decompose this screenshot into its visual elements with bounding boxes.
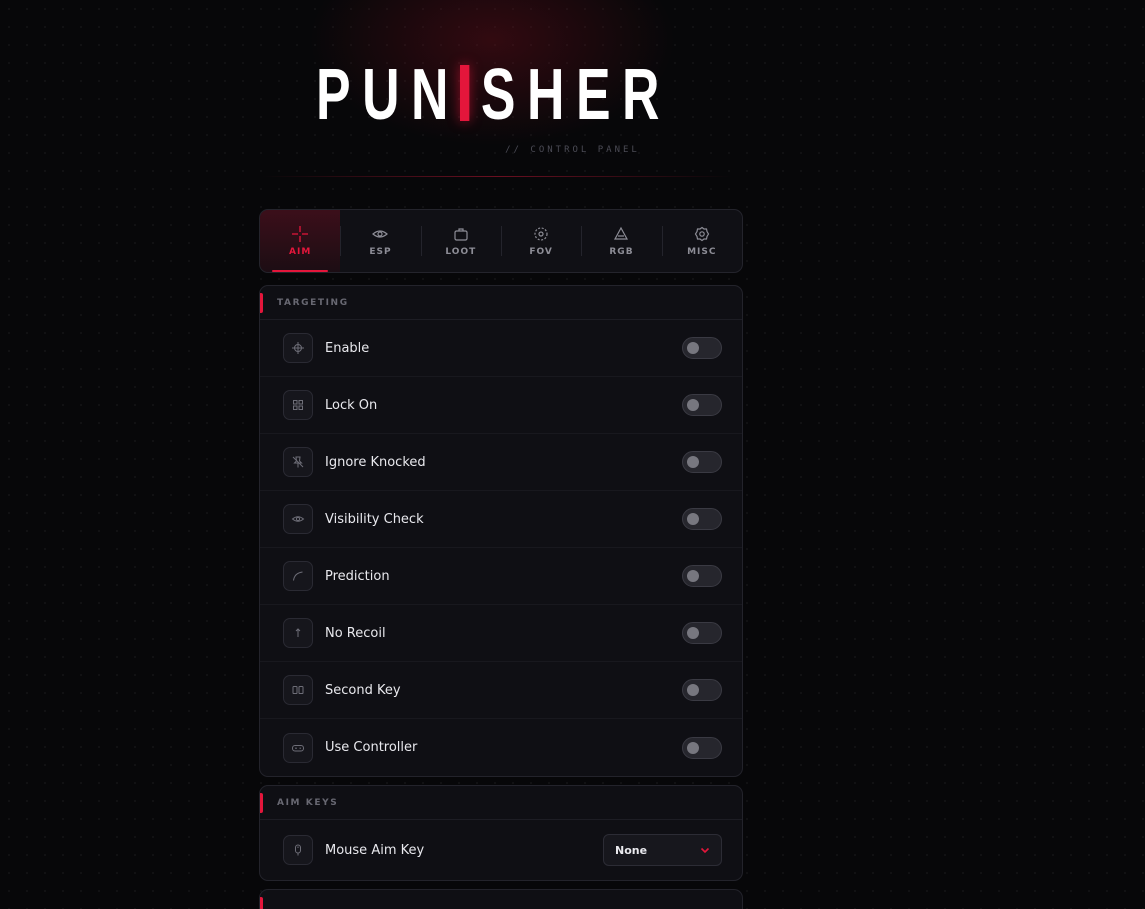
setting-row-visibility-check: Visibility Check	[260, 491, 742, 548]
subtitle: // CONTROL PANEL	[505, 145, 640, 155]
arrow-up-icon	[283, 618, 313, 648]
move-crosshair-icon	[283, 333, 313, 363]
setting-row-second-key: Second Key	[260, 662, 742, 719]
tab-label: MISC	[687, 247, 717, 257]
setting-label: Enable	[325, 340, 370, 356]
tab-esp[interactable]: ESP	[340, 210, 420, 272]
section-title: TARGETING	[260, 286, 742, 320]
tab-label: ESP	[369, 247, 392, 257]
tab-label: LOOT	[445, 247, 477, 257]
section-title: AIM KEYS	[260, 786, 742, 820]
header-divider	[262, 176, 732, 177]
section-header	[260, 890, 742, 909]
setting-row-ignore-knocked: Ignore Knocked	[260, 434, 742, 491]
prism-icon	[614, 226, 629, 240]
tab-bar: AIM ESP LOOT FOV RGB MISC	[259, 209, 743, 273]
tab-loot[interactable]: LOOT	[420, 210, 501, 272]
toggle-knob	[687, 342, 699, 354]
setting-label: Second Key	[325, 682, 401, 698]
setting-label: Ignore Knocked	[325, 454, 426, 470]
logo-text-start: PUN	[316, 55, 461, 135]
lock-on-toggle[interactable]	[682, 394, 722, 416]
select-value: None	[615, 843, 648, 857]
setting-label: Use Controller	[325, 740, 418, 755]
briefcase-icon	[454, 228, 468, 241]
setting-row-lock-on: Lock On	[260, 377, 742, 434]
setting-row-prediction: Prediction	[260, 548, 742, 605]
setting-row-enable: Enable	[260, 320, 742, 377]
targeting-section: TARGETING Enable Lock On Ignore Knocked …	[259, 285, 743, 777]
toggle-knob	[687, 570, 699, 582]
tab-misc[interactable]: MISC	[661, 210, 742, 272]
curve-icon	[283, 561, 313, 591]
tab-label: RGB	[609, 247, 634, 257]
setting-label: Mouse Aim Key	[325, 842, 425, 858]
prediction-toggle[interactable]	[682, 565, 722, 587]
tab-aim[interactable]: AIM	[260, 210, 341, 272]
setting-label: Prediction	[325, 568, 390, 584]
gamepad-icon	[283, 732, 313, 763]
toggle-knob	[687, 684, 699, 696]
crosshair-icon	[292, 226, 309, 242]
logo-text-end: SHER	[480, 55, 672, 135]
eye-icon	[372, 230, 389, 238]
keys-icon	[283, 675, 313, 705]
gear-icon	[694, 226, 709, 242]
toggle-knob	[687, 399, 699, 411]
eye-icon	[283, 504, 313, 534]
ignore-knocked-toggle[interactable]	[682, 451, 722, 473]
chevron-down-icon	[700, 847, 710, 854]
setting-row-mouse-aim-key: Mouse Aim Key None	[260, 820, 742, 880]
visibility-check-toggle[interactable]	[682, 508, 722, 530]
toggle-knob	[687, 627, 699, 639]
setting-label: Visibility Check	[325, 511, 424, 527]
tab-fov[interactable]: FOV	[500, 210, 581, 272]
enable-toggle[interactable]	[682, 337, 722, 359]
toggle-knob	[687, 741, 699, 754]
app-logo: PUN SHER	[316, 59, 659, 131]
setting-label: No Recoil	[325, 625, 386, 641]
tab-label: FOV	[529, 247, 553, 257]
toggle-knob	[687, 456, 699, 468]
mouse-aim-key-select[interactable]: None	[603, 834, 722, 866]
use-controller-toggle[interactable]	[682, 736, 722, 759]
toggle-knob	[687, 513, 699, 525]
grid-icon	[283, 390, 313, 420]
no-recoil-toggle[interactable]	[682, 622, 722, 644]
setting-label: Lock On	[325, 397, 378, 413]
header: PUN SHER // CONTROL PANEL	[0, 0, 1145, 200]
pin-off-icon	[283, 447, 313, 477]
aim-keys-section: AIM KEYS Mouse Aim Key None	[259, 785, 743, 881]
mouse-icon	[283, 835, 313, 865]
setting-row-no-recoil: No Recoil	[260, 605, 742, 662]
tab-rgb[interactable]: RGB	[581, 210, 661, 272]
logo-accent-bar	[460, 65, 470, 121]
setting-row-use-controller: Use Controller	[260, 719, 742, 776]
next-section	[259, 889, 743, 909]
second-key-toggle[interactable]	[682, 679, 722, 701]
tab-label: AIM	[289, 247, 312, 257]
fov-circle-icon	[534, 227, 548, 241]
